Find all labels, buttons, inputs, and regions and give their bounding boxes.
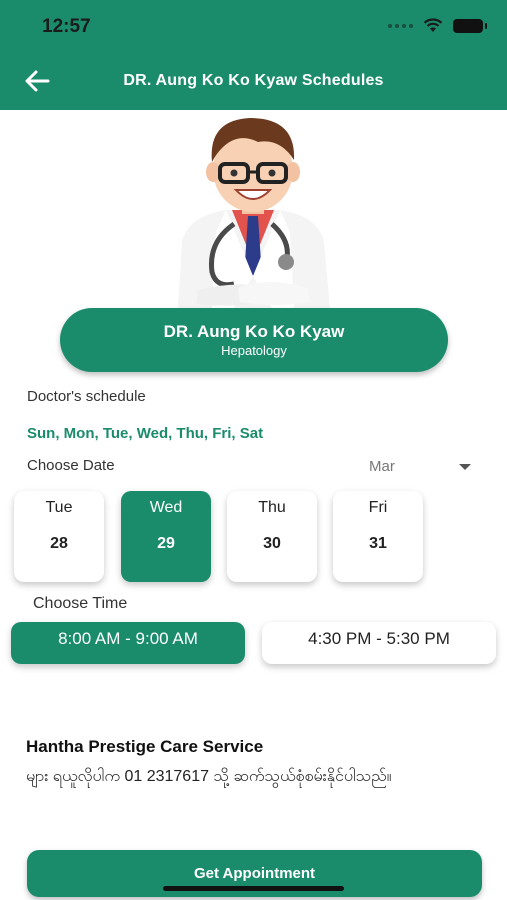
date-card[interactable]: Fri 31 <box>333 491 423 582</box>
choose-time-label: Choose Time <box>33 595 128 612</box>
doctor-specialty: Hepatology <box>221 343 287 358</box>
date-day: Tue <box>45 499 73 516</box>
date-card[interactable]: Thu 30 <box>227 491 317 582</box>
date-card-selected[interactable]: Wed 29 <box>121 491 211 582</box>
date-day: Fri <box>368 499 388 516</box>
month-value: Mar <box>369 458 395 475</box>
schedule-days: Sun, Mon, Tue, Wed, Thu, Fri, Sat <box>27 425 264 442</box>
date-number: 31 <box>369 535 387 552</box>
date-number: 30 <box>263 535 281 552</box>
schedule-label: Doctor's schedule <box>27 388 146 405</box>
date-day: Wed <box>149 499 183 516</box>
battery-icon <box>453 18 487 33</box>
date-day: Thu <box>258 499 286 516</box>
status-icons <box>388 18 487 33</box>
choose-date-label: Choose Date <box>27 457 115 474</box>
date-number: 28 <box>50 535 68 552</box>
doctor-avatar <box>178 118 330 308</box>
status-time: 12:57 <box>42 16 91 37</box>
time-slot[interactable]: 4:30 PM - 5:30 PM <box>262 622 496 664</box>
chevron-down-icon <box>459 464 471 470</box>
wifi-icon <box>423 18 443 32</box>
doctor-name: DR. Aung Ko Ko Kyaw <box>163 322 345 341</box>
doctor-card: DR. Aung Ko Ko Kyaw Hepatology <box>60 308 448 372</box>
provider-name: Hantha Prestige Care Service <box>26 737 264 756</box>
page-title: DR. Aung Ko Ko Kyaw Schedules <box>123 72 384 89</box>
nav-bar: DR. Aung Ko Ko Kyaw Schedules <box>0 52 507 110</box>
signal-icon <box>388 23 413 28</box>
date-card[interactable]: Tue 28 <box>14 491 104 582</box>
provider-note: များ ရယူလိုပါက 01 2317617 သို့ ဆက်သွယ်စု… <box>26 768 392 785</box>
status-bar: 12:57 <box>0 0 507 52</box>
time-slot-selected[interactable]: 8:00 AM - 9:00 AM <box>11 622 245 664</box>
month-dropdown[interactable]: Mar <box>369 457 475 477</box>
date-number: 29 <box>157 535 175 552</box>
home-indicator <box>163 886 344 891</box>
